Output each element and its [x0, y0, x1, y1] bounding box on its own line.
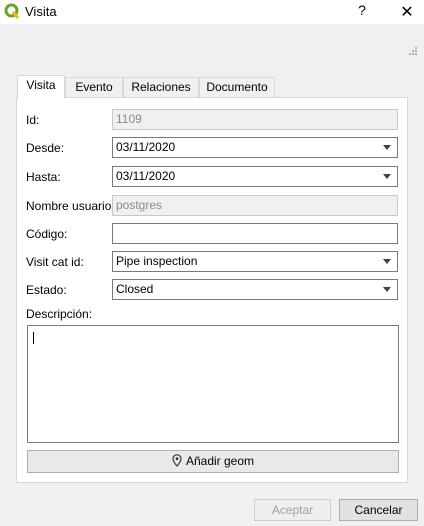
estado-value: Closed	[116, 282, 154, 296]
tab-evento[interactable]: Evento	[65, 77, 123, 97]
user-label: Nombre usuario:	[26, 199, 115, 213]
hasta-label: Hasta:	[26, 170, 61, 184]
visit-cat-label: Visit cat id:	[26, 255, 84, 269]
descripcion-textarea[interactable]	[27, 325, 399, 443]
title-bar: Visita ? ✕	[0, 0, 424, 24]
chevron-down-icon[interactable]	[381, 255, 393, 267]
resize-grip-icon	[409, 47, 417, 55]
text-cursor	[33, 332, 34, 344]
codigo-label: Código:	[26, 227, 68, 241]
cancel-button[interactable]: Cancelar	[339, 499, 418, 521]
user-field: postgres	[112, 195, 398, 216]
visit-cat-select[interactable]: Pipe inspection	[112, 251, 398, 272]
window-title: Visita	[25, 4, 57, 19]
tab-visita[interactable]: Visita	[17, 75, 65, 99]
estado-select[interactable]: Closed	[112, 279, 398, 300]
tab-documento[interactable]: Documento	[199, 77, 275, 97]
codigo-input[interactable]	[112, 223, 398, 244]
descripcion-label: Descripción:	[26, 307, 93, 321]
chevron-down-icon[interactable]	[381, 283, 393, 295]
visit-cat-value: Pipe inspection	[116, 254, 198, 268]
hasta-value: 03/11/2020	[116, 169, 176, 183]
close-button[interactable]: ✕	[396, 2, 418, 21]
chevron-down-icon[interactable]	[381, 170, 393, 182]
desde-value: 03/11/2020	[116, 140, 176, 154]
tab-relaciones[interactable]: Relaciones	[123, 77, 199, 97]
map-pin-icon	[172, 454, 182, 467]
qgis-logo-icon	[4, 3, 20, 19]
help-button[interactable]: ?	[352, 2, 372, 20]
add-geom-button[interactable]: Añadir geom	[27, 450, 399, 473]
accept-button[interactable]: Aceptar	[254, 499, 331, 521]
id-field: 1109	[112, 109, 398, 130]
desde-date-field[interactable]: 03/11/2020	[112, 137, 398, 158]
hasta-date-field[interactable]: 03/11/2020	[112, 166, 398, 187]
chevron-down-icon[interactable]	[381, 141, 393, 153]
id-label: Id:	[26, 113, 40, 127]
add-geom-label: Añadir geom	[185, 454, 255, 468]
estado-label: Estado:	[26, 283, 67, 297]
desde-label: Desde:	[26, 141, 65, 155]
